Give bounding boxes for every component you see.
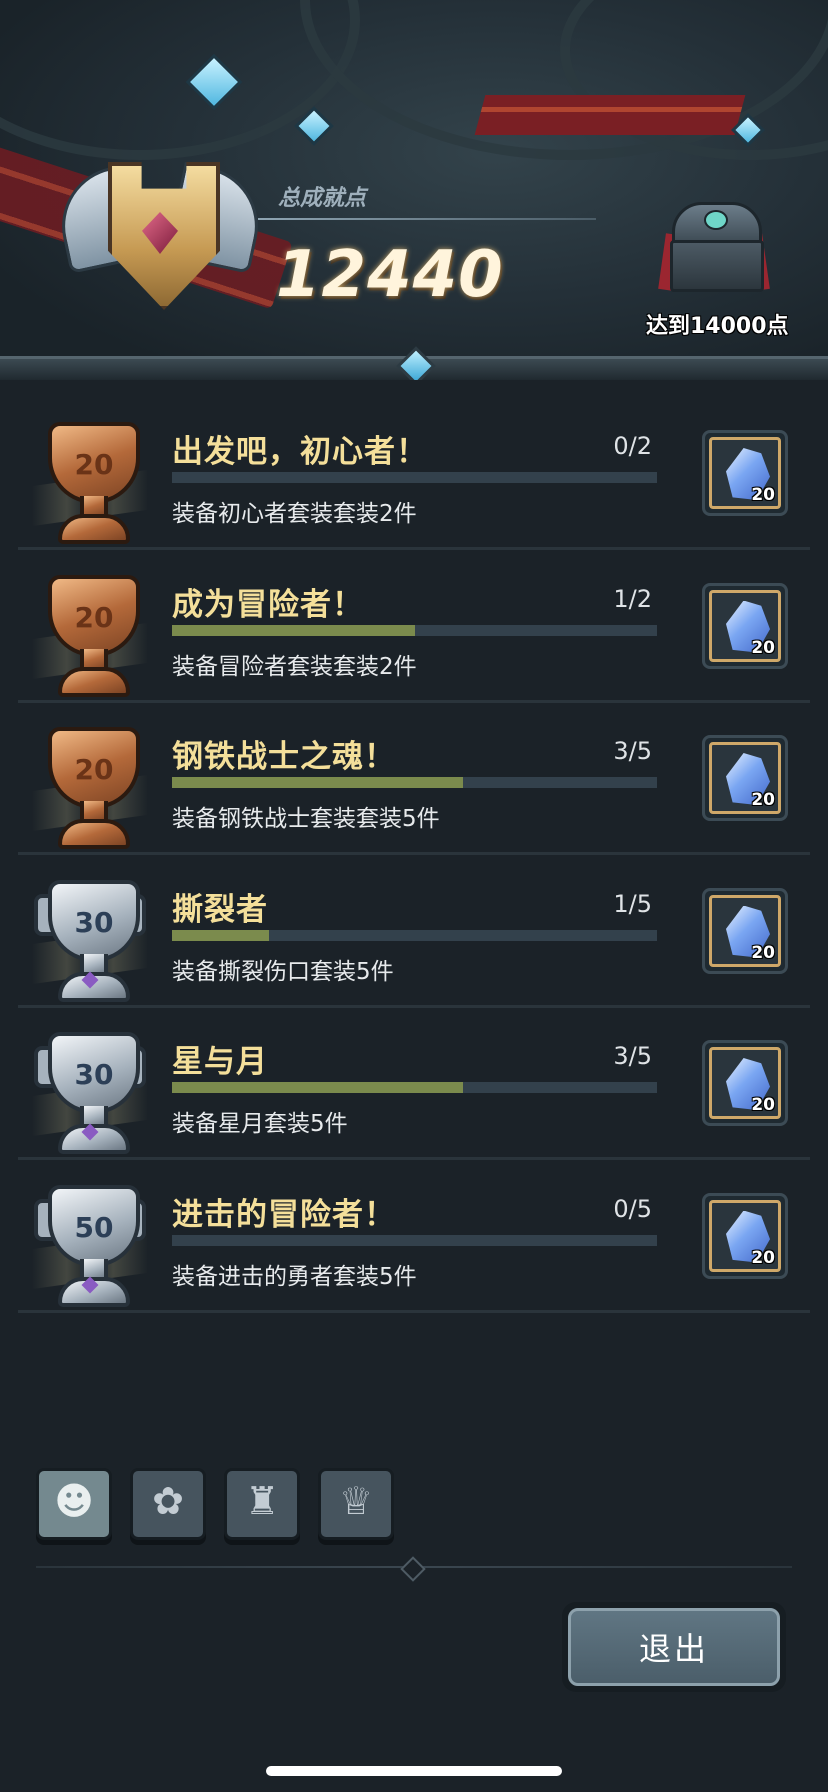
achievement-progress-bar	[172, 929, 657, 941]
achievement-list[interactable]: 20 出发吧，初心者！ 0/2 装备初心者套装套装2件 20 20 成为冒险者！…	[0, 382, 828, 1466]
achievement-title: 星与月	[172, 1044, 268, 1080]
trophy-points: 20	[74, 753, 114, 786]
achievement-progress-text: 3/5	[613, 737, 652, 765]
progress-bar-fill	[172, 929, 269, 941]
achievement-row[interactable]: 30 星与月 3/5 装备星月套装5件 20	[0, 986, 828, 1160]
achievement-progress-text: 1/2	[613, 584, 652, 613]
achievement-header: 总成就点 12440 达到14000点	[0, 0, 828, 380]
reward-quantity: 20	[751, 790, 775, 810]
total-score-label: 总成就点	[278, 186, 367, 211]
achievement-title: 钢铁战士之魂！	[172, 739, 396, 775]
achievement-description: 装备进击的勇者套装5件	[172, 1263, 417, 1290]
achievement-row[interactable]: 20 成为冒险者！ 1/2 装备冒险者套装套装2件 20	[0, 529, 828, 703]
silver-trophy-icon: 30	[32, 1028, 148, 1154]
reward-slot[interactable]: 20	[702, 1192, 788, 1279]
achievement-description: 装备初心者套装套装2件	[172, 501, 417, 527]
reward-quantity: 20	[751, 942, 775, 963]
tab-demon-mask[interactable]: ♜	[224, 1468, 300, 1540]
achievement-progress-text: 1/5	[613, 889, 652, 918]
silver-trophy-icon: 50	[32, 1181, 148, 1307]
reward-slot[interactable]: 20	[702, 430, 788, 516]
achievement-description: 装备钢铁战士套装套装5件	[172, 806, 440, 832]
reward-quantity: 20	[751, 485, 775, 505]
trophy-points: 20	[74, 600, 114, 634]
achievement-row[interactable]: 20 出发吧，初心者！ 0/2 装备初心者套装套装2件 20	[0, 376, 828, 550]
achievement-title: 撕裂者	[172, 891, 268, 928]
chest-milestone-caption: 达到14000点	[646, 314, 789, 339]
achievement-description: 装备冒险者套装套装2件	[172, 653, 417, 680]
achievement-crest-icon	[50, 150, 270, 320]
row-separator	[18, 1309, 810, 1313]
silver-trophy-icon: 30	[32, 876, 148, 1002]
trophy-points: 30	[74, 905, 114, 939]
treasure-chest-icon[interactable]	[658, 202, 770, 292]
bronze-trophy-icon: 20	[32, 571, 148, 697]
reward-slot[interactable]: 20	[702, 1040, 788, 1126]
achievement-row[interactable]: 50 进击的冒险者！ 0/5 装备进击的勇者套装5件 20	[0, 1139, 828, 1313]
achievement-description: 装备撕裂伤口套装5件	[172, 958, 394, 985]
achievement-progress-bar	[172, 1082, 657, 1093]
achievement-progress-bar	[172, 624, 657, 636]
bronze-trophy-icon: 20	[32, 418, 148, 544]
ribbon-decoration	[474, 95, 746, 135]
achievement-progress-bar	[172, 1234, 657, 1246]
demon-mask-icon: ♜	[244, 1479, 280, 1523]
exit-button-label: 退出	[568, 1608, 780, 1686]
total-score-value: 12440	[276, 238, 504, 312]
achievement-description: 装备星月套装5件	[172, 1111, 348, 1137]
reward-quantity: 20	[751, 637, 775, 658]
reward-slot[interactable]: 20	[702, 735, 788, 821]
achievement-progress-text: 3/5	[613, 1042, 652, 1070]
progress-bar-fill	[172, 624, 415, 636]
achievement-progress-text: 0/2	[613, 432, 652, 460]
achievement-progress-bar	[172, 777, 657, 788]
trophy-points: 30	[74, 1058, 114, 1091]
bronze-trophy-icon: 20	[32, 723, 148, 849]
achievement-title: 进击的冒险者！	[172, 1196, 396, 1233]
reward-quantity: 20	[751, 1247, 775, 1268]
home-indicator[interactable]	[266, 1766, 562, 1776]
achievement-progress-text: 0/5	[613, 1194, 652, 1223]
exit-button[interactable]: 退出	[562, 1602, 786, 1692]
achievement-row[interactable]: 20 钢铁战士之魂！ 3/5 装备钢铁战士套装套装5件 20	[0, 681, 828, 855]
score-divider	[258, 218, 596, 220]
achievement-row[interactable]: 30 撕裂者 1/5 装备撕裂伤口套装5件 20	[0, 834, 828, 1008]
trophy-points: 50	[74, 1210, 114, 1244]
trophy-points: 20	[74, 448, 114, 481]
progress-bar-fill	[172, 777, 463, 788]
reward-slot[interactable]: 20	[702, 582, 788, 669]
paw-icon: ✿	[152, 1479, 184, 1523]
trophy-icon: ♕	[338, 1479, 374, 1523]
achievement-title: 成为冒险者！	[172, 586, 364, 623]
tab-trophy[interactable]: ♕	[318, 1468, 394, 1540]
progress-bar-fill	[172, 1082, 463, 1093]
reward-slot[interactable]: 20	[702, 887, 788, 974]
reward-quantity: 20	[751, 1095, 775, 1115]
achievement-progress-bar	[172, 472, 657, 483]
character-head-icon: ☻	[54, 1479, 94, 1523]
divider-ornament	[400, 1556, 426, 1582]
achievement-title: 出发吧，初心者！	[172, 434, 428, 470]
tab-character-head[interactable]: ☻	[36, 1468, 112, 1540]
tab-paw[interactable]: ✿	[130, 1468, 206, 1540]
